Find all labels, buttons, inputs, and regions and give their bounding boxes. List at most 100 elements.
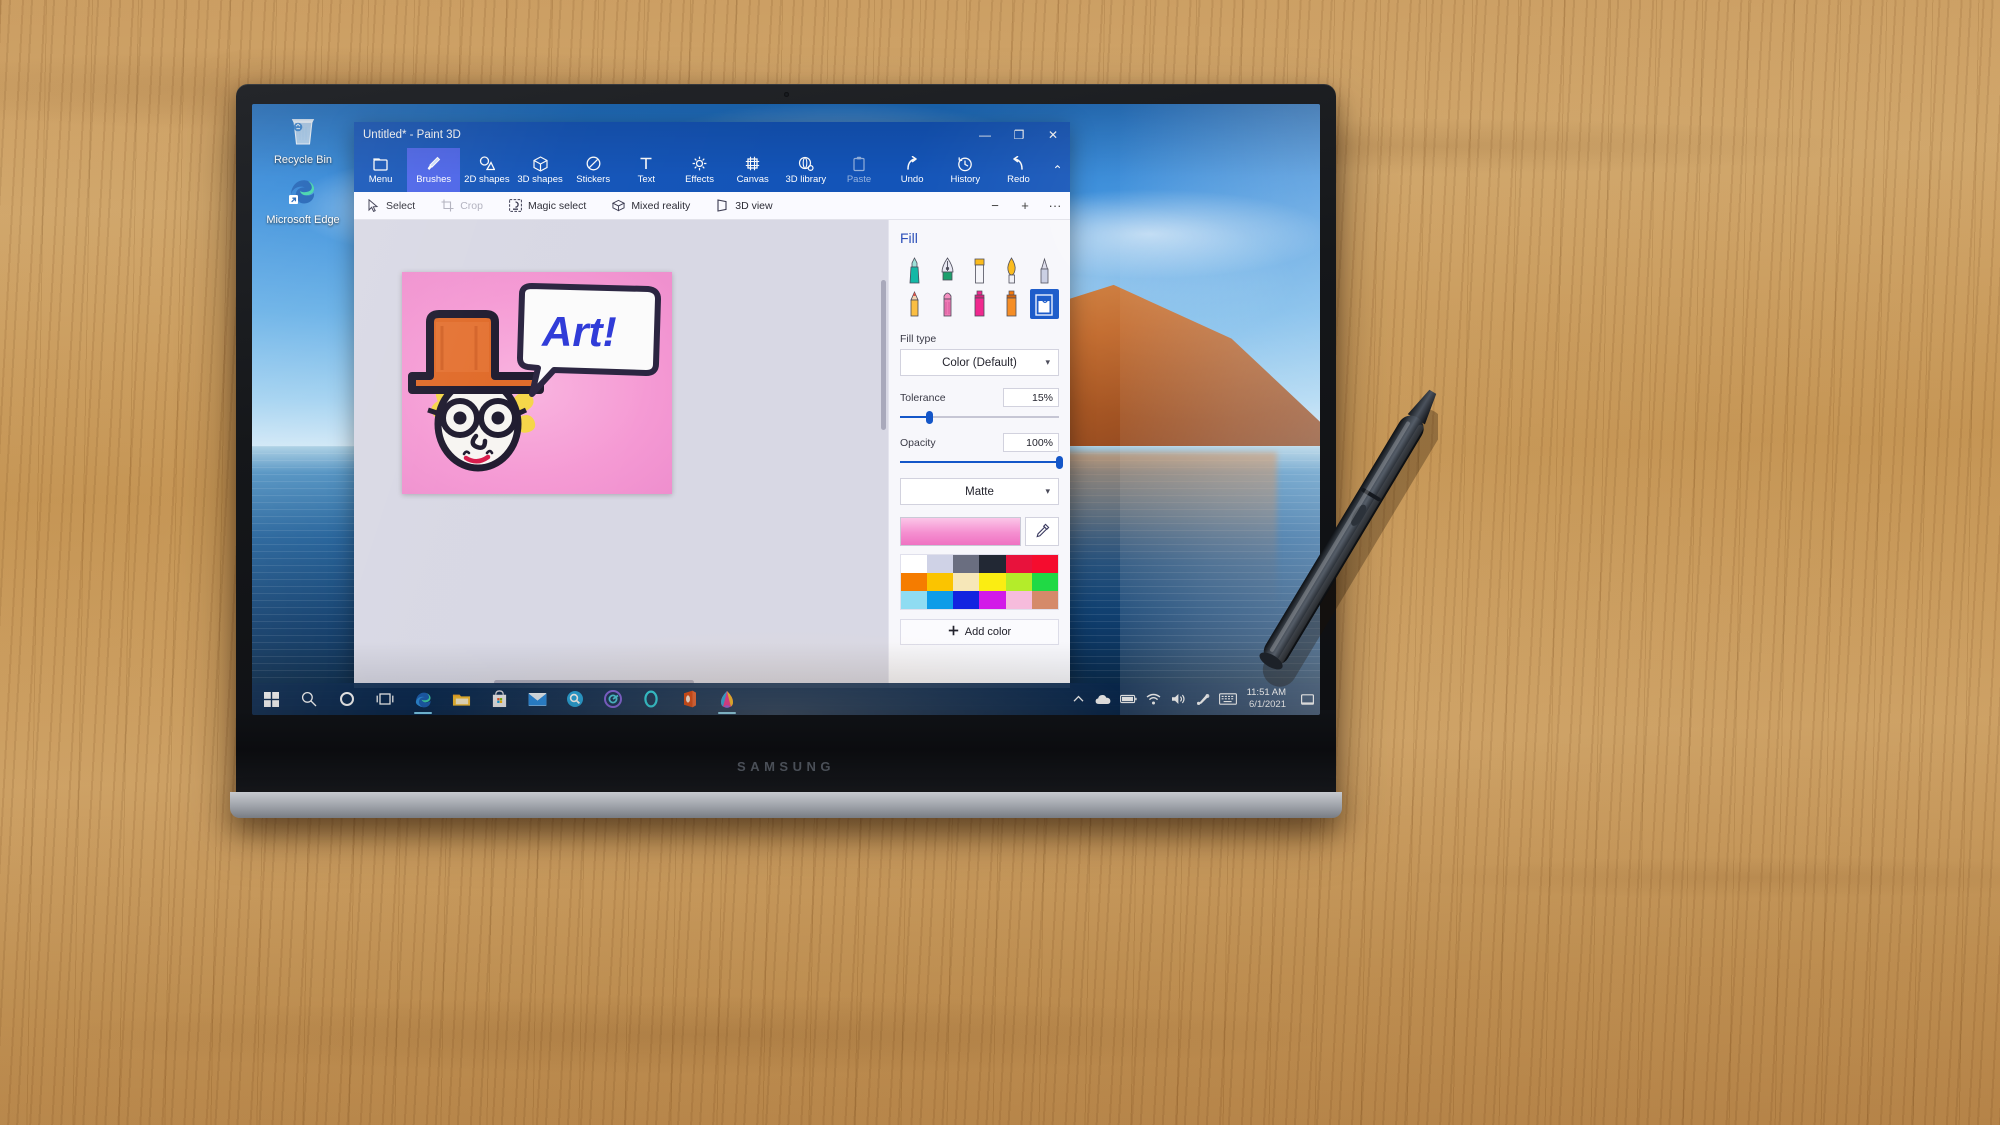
brush-eraser[interactable] [1030,256,1059,286]
taskbar-paint3d[interactable] [708,683,746,715]
fill-type-dropdown[interactable]: Color (Default) ▾ [900,349,1059,376]
more-options-button[interactable]: ··· [1040,192,1070,219]
tolerance-slider[interactable] [900,410,1059,424]
taskbar-clock[interactable]: 11:51 AM 6/1/2021 [1241,687,1294,711]
taskbar-office[interactable] [670,683,708,715]
canvas-vertical-scrollbar[interactable] [881,280,886,430]
taskbar-samsung-app[interactable] [594,683,632,715]
desktop-icon-recycle-bin[interactable]: Recycle Bin [260,114,346,167]
color-swatch[interactable] [1031,573,1058,591]
color-swatch[interactable] [901,555,928,573]
opacity-slider[interactable] [900,455,1063,469]
opacity-value[interactable]: 100% [1003,433,1059,452]
slider-knob[interactable] [1056,456,1063,469]
ribbon-label: Brushes [416,174,452,185]
ribbon-item-stickers[interactable]: Stickers [567,148,620,192]
2d-shapes-icon [479,155,495,172]
ribbon-item-history[interactable]: History [939,148,992,192]
network-tray-icon[interactable] [1141,683,1166,715]
battery-tray-icon[interactable] [1116,683,1141,715]
zoom-out-button[interactable]: − [980,192,1010,219]
ribbon-item-2d-shapes[interactable]: 2D shapes [460,148,513,192]
toolbar-item-crop[interactable]: Crop [428,192,496,219]
touch-keyboard-button[interactable] [1216,683,1241,715]
collapse-ribbon-button[interactable]: ⌃ [1045,148,1070,192]
color-swatch[interactable] [1005,573,1032,591]
brush-marker[interactable] [900,256,929,286]
onedrive-tray-icon[interactable] [1091,683,1116,715]
pen-tray-icon[interactable] [1191,683,1216,715]
maximize-button[interactable]: ❐ [1002,122,1036,148]
ribbon-item-undo[interactable]: Undo [886,148,939,192]
color-swatch[interactable] [979,591,1006,609]
brush-pencil[interactable] [900,289,929,319]
color-swatch[interactable] [927,555,954,573]
tolerance-value[interactable]: 15% [1003,388,1059,407]
taskbar-mail[interactable] [518,683,556,715]
brush-calligraphy-pen[interactable] [932,256,961,286]
close-button[interactable]: ✕ [1036,122,1070,148]
ribbon-item-redo[interactable]: Redo [992,148,1045,192]
color-swatch[interactable] [927,573,954,591]
slider-knob[interactable] [925,411,933,424]
color-swatch[interactable] [953,555,980,573]
paint3d-window[interactable]: Untitled* - Paint 3D — ❐ ✕ Menu Brushes … [354,122,1070,688]
ribbon-item-text[interactable]: Text [620,148,673,192]
color-swatch[interactable] [1031,591,1058,609]
window-titlebar[interactable]: Untitled* - Paint 3D — ❐ ✕ [354,122,1070,148]
taskbar-quick-search[interactable] [556,683,594,715]
plus-icon [948,625,959,639]
taskbar-edge[interactable] [404,683,442,715]
ribbon-item-canvas[interactable]: Canvas [726,148,779,192]
brush-paint-can[interactable] [997,289,1026,319]
color-swatch[interactable] [901,591,928,609]
brush-crayon[interactable] [932,289,961,319]
ribbon-item-3d-library[interactable]: 3D library [779,148,832,192]
ribbon-item-paste[interactable]: Paste [832,148,885,192]
ribbon-item-3d-shapes[interactable]: 3D shapes [513,148,566,192]
material-dropdown[interactable]: Matte ▾ [900,478,1059,505]
color-swatch[interactable] [953,591,980,609]
action-center-button[interactable] [1294,693,1320,705]
color-swatch[interactable] [979,573,1006,591]
drawing-canvas-area[interactable]: Art! [354,220,888,688]
add-color-button[interactable]: Add color [900,619,1059,645]
color-swatch[interactable] [927,591,954,609]
start-button[interactable] [252,683,290,715]
volume-tray-icon[interactable] [1166,683,1191,715]
desktop-icon-label: Microsoft Edge [266,214,340,226]
toolbar-item-3d-view[interactable]: 3D view [703,192,785,219]
search-button[interactable] [290,683,328,715]
toolbar-item-magic-select[interactable]: Magic select [496,192,599,219]
color-swatch[interactable] [901,573,928,591]
taskbar-cortana-app[interactable] [632,683,670,715]
toolbar-label: Select [386,199,416,212]
toolbar-item-select[interactable]: Select [354,192,428,219]
artboard[interactable]: Art! [402,272,672,494]
history-clock-icon [957,155,973,172]
color-swatch[interactable] [1031,555,1058,573]
color-swatch[interactable] [1005,555,1032,573]
taskbar-microsoft-store[interactable] [480,683,518,715]
eyedropper-button[interactable] [1025,517,1059,546]
color-swatch[interactable] [1005,591,1032,609]
brush-fill-bucket[interactable] [1029,289,1059,319]
taskbar-file-explorer[interactable] [442,683,480,715]
toolbar-item-mixed-reality[interactable]: Mixed reality [599,192,703,219]
ribbon-item-menu[interactable]: Menu [354,148,407,192]
cortana-button[interactable] [328,683,366,715]
current-color-swatch[interactable] [900,517,1021,546]
show-hidden-icons-button[interactable] [1066,683,1091,715]
task-view-button[interactable] [366,683,404,715]
color-swatch[interactable] [979,555,1006,573]
minimize-button[interactable]: — [968,122,1002,148]
ribbon-item-brushes[interactable]: Brushes [407,148,461,192]
zoom-in-button[interactable]: + [1010,192,1040,219]
brush-watercolor[interactable] [997,256,1026,286]
brush-oil[interactable] [965,256,994,286]
desktop-icon-microsoft-edge[interactable]: Microsoft Edge [260,176,346,227]
brush-spray-can[interactable] [965,289,994,319]
ribbon-item-effects[interactable]: Effects [673,148,726,192]
color-swatch[interactable] [953,573,980,591]
windows-desktop[interactable]: Recycle Bin Microsoft Edge Untitled* - P… [252,104,1320,715]
